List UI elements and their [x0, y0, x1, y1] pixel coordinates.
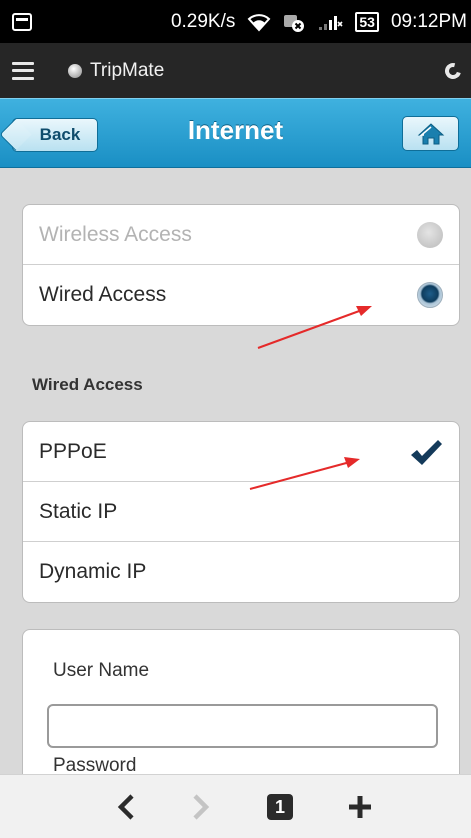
content-area: Wireless Access Wired Access Wired Acces…: [0, 168, 471, 774]
app-header: Back Internet: [0, 98, 471, 168]
new-tab-button[interactable]: [330, 775, 390, 838]
list-item-wired-access[interactable]: Wired Access: [23, 265, 459, 325]
signal-icon: [317, 13, 343, 31]
password-label: Password: [53, 755, 137, 774]
wifi-icon: [247, 12, 271, 32]
list-item-label: Wired Access: [39, 283, 167, 306]
home-icon: [417, 122, 444, 144]
plus-icon: [349, 796, 371, 818]
list-item-pppoe[interactable]: PPPoE: [23, 422, 459, 482]
connection-type-list: PPPoE Static IP Dynamic IP: [22, 421, 460, 603]
browser-back-button[interactable]: [96, 775, 156, 838]
reload-icon[interactable]: [442, 59, 464, 82]
battery-icon: 53: [355, 11, 379, 32]
username-label: User Name: [53, 660, 150, 681]
tabs-button[interactable]: 1: [250, 775, 310, 838]
browser-bottom-toolbar: 1: [0, 774, 471, 838]
section-heading-wired-access: Wired Access: [32, 375, 143, 394]
hamburger-menu-icon[interactable]: [12, 61, 34, 80]
browser-toolbar: TripMate: [0, 43, 471, 98]
network-speed: 0.29K/s: [170, 10, 236, 32]
chevron-left-icon: [117, 794, 134, 820]
tab-count-badge: 1: [267, 794, 293, 820]
page-title: Internet: [187, 115, 284, 145]
checkmark-icon: [411, 439, 442, 465]
list-item-label: PPPoE: [39, 439, 107, 463]
radio-off-icon[interactable]: [417, 221, 443, 248]
home-button[interactable]: [402, 116, 459, 151]
list-item-label: Wireless Access: [39, 222, 192, 246]
list-item-static-ip[interactable]: Static IP: [23, 482, 459, 542]
chevron-right-icon: [193, 794, 210, 820]
list-item-wireless-access[interactable]: Wireless Access: [23, 205, 459, 265]
list-item-label: Dynamic IP: [39, 560, 147, 583]
access-mode-list: Wireless Access Wired Access: [22, 204, 460, 326]
browser-forward-button[interactable]: [171, 775, 231, 838]
clock: 09:12PM: [390, 10, 467, 32]
site-favicon-icon: [68, 63, 82, 78]
list-item-label: Static IP: [39, 499, 118, 523]
screenshot-notification-icon: [12, 12, 32, 31]
radio-selected-icon[interactable]: [417, 282, 443, 308]
status-bar: 0.29K/s 53 09:12PM: [0, 0, 471, 43]
browser-page-title: TripMate: [90, 59, 165, 81]
pppoe-form: User Name Password: [22, 629, 460, 774]
username-input[interactable]: [47, 704, 438, 748]
list-item-dynamic-ip[interactable]: Dynamic IP: [23, 542, 459, 602]
sync-off-icon: [283, 12, 305, 32]
